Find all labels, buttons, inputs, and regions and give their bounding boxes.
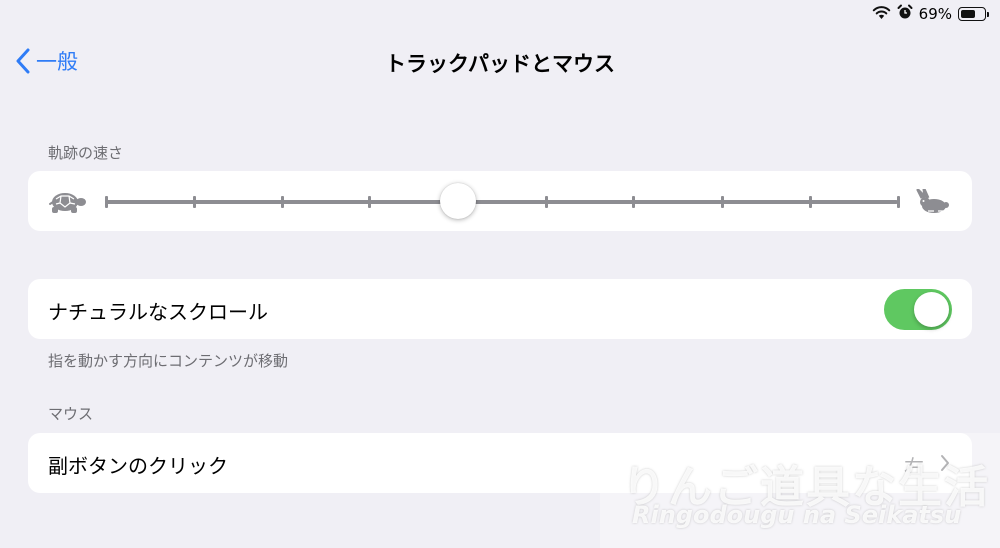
- slider-tick: [720, 196, 724, 208]
- alarm-icon: [897, 4, 913, 24]
- status-bar: 69%: [872, 4, 989, 24]
- turtle-icon: [48, 190, 88, 218]
- slider-tick: [368, 196, 372, 208]
- natural-scroll-label: ナチュラルなスクロール: [48, 300, 268, 324]
- tracking-speed-header: 軌跡の速さ: [48, 144, 124, 162]
- wifi-icon: [872, 5, 891, 23]
- natural-scroll-row: ナチュラルなスクロール: [28, 279, 972, 339]
- slider-tick: [632, 196, 636, 208]
- slider-tick: [896, 196, 900, 208]
- battery-fill: [961, 10, 975, 18]
- watermark: りんご道具な生活 Ringodougu na Seikatsu: [600, 433, 1000, 548]
- slider-tick: [808, 196, 812, 208]
- battery-icon: [958, 7, 989, 21]
- slider-thumb[interactable]: [439, 183, 476, 219]
- tracking-speed-slider[interactable]: [104, 183, 900, 219]
- slider-tick: [280, 196, 284, 208]
- slider-tick: [104, 196, 108, 208]
- natural-scroll-toggle[interactable]: [884, 289, 952, 330]
- rabbit-icon: [916, 187, 952, 219]
- battery-percent: 69%: [918, 5, 952, 23]
- natural-scroll-footer: 指を動かす方向にコンテンツが移動: [48, 352, 289, 370]
- mouse-section-header: マウス: [48, 405, 94, 423]
- navigation-bar: 一般 トラックパッドとマウス: [0, 40, 1000, 82]
- slider-tick: [544, 196, 548, 208]
- secondary-click-label: 副ボタンのクリック: [48, 454, 228, 478]
- tracking-speed-card: [28, 171, 972, 231]
- page-title: トラックパッドとマウス: [385, 52, 615, 76]
- toggle-knob: [914, 292, 949, 327]
- slider-tick: [192, 196, 196, 208]
- battery-tip: [987, 12, 989, 17]
- watermark-english: Ringodougu na Seikatsu: [632, 501, 962, 529]
